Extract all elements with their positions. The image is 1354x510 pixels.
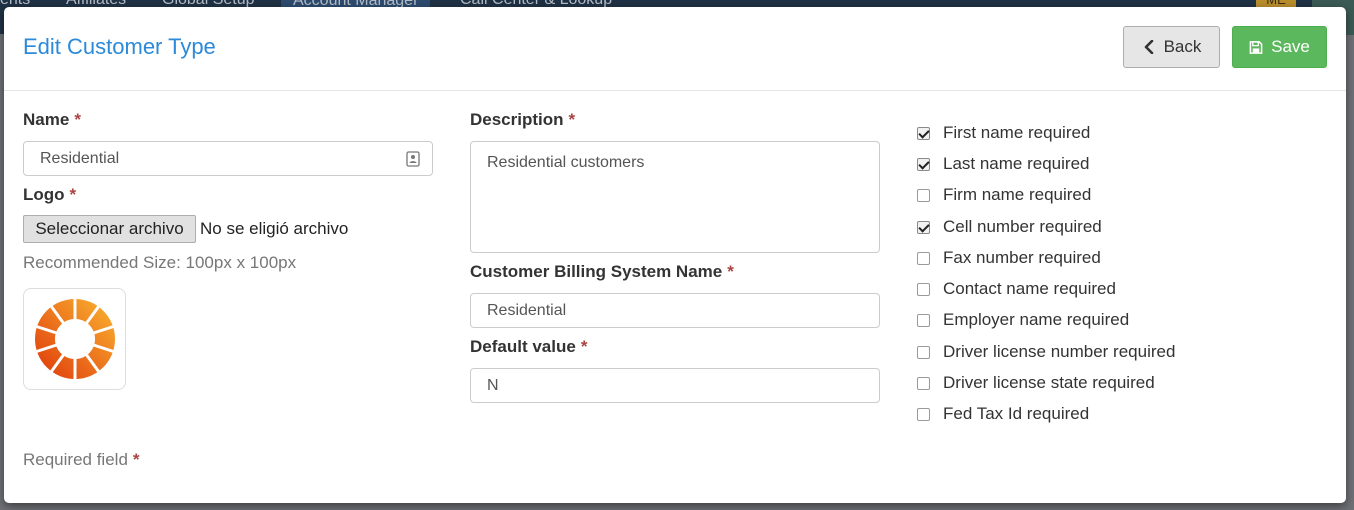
logo-label-text: Logo [23,185,65,204]
required-mark: * [74,110,81,129]
checkbox[interactable] [917,220,930,234]
edit-customer-type-modal: Edit Customer Type Back Save Name * Resid… [4,7,1346,503]
checkbox[interactable] [917,282,930,296]
checkbox[interactable] [917,251,930,265]
checkbox[interactable] [917,126,930,140]
checkbox-contact-name[interactable]: Contact name required [917,278,1116,300]
checkbox-first-name[interactable]: First name required [917,122,1090,144]
default-value-value: N [487,376,499,394]
checkbox-driver-license-state[interactable]: Driver license state required [917,372,1155,394]
checkbox-label: Driver license state required [943,373,1155,392]
name-label-text: Name [23,110,70,129]
required-mark: * [69,185,77,204]
description-label: Description * [470,110,575,130]
file-status: No se eligió archivo [200,219,349,238]
required-mark: * [568,110,576,129]
checkbox-firm-name[interactable]: Firm name required [917,184,1091,206]
modal-header: Edit Customer Type Back Save [4,7,1346,91]
default-value-input[interactable]: N [470,368,880,403]
required-mark: * [727,262,734,281]
chevron-left-icon [1142,39,1156,55]
required-mark: * [580,337,588,356]
checkbox[interactable] [917,188,930,202]
checkbox-employer-name[interactable]: Employer name required [917,309,1129,331]
save-button[interactable]: Save [1232,26,1327,68]
checkbox-last-name[interactable]: Last name required [917,153,1089,175]
name-label: Name * [23,110,81,130]
description-textarea[interactable]: Residential customers [470,141,880,253]
choose-file-button[interactable]: Seleccionar archivo [23,215,196,243]
checkbox-label: Contact name required [943,279,1116,298]
checkbox-fed-tax-id[interactable]: Fed Tax Id required [917,403,1089,425]
ring-segments-logo [34,297,115,381]
billing-name-value: Residential [487,301,567,319]
checkbox[interactable] [917,313,930,327]
default-value-label-text: Default value [470,337,576,356]
checkbox-label: Firm name required [943,185,1092,204]
checkbox-fax-number[interactable]: Fax number required [917,247,1101,269]
default-value-label: Default value * [470,337,587,357]
checkbox[interactable] [917,345,930,359]
contact-card-icon [406,151,420,167]
recommended-size-hint: Recommended Size: 100px x 100px [23,253,297,272]
required-field-text: Required field [23,450,128,469]
back-button-label: Back [1163,37,1202,56]
checkbox-label: Employer name required [943,310,1130,329]
checkbox-label: Fed Tax Id required [943,404,1090,423]
back-button[interactable]: Back [1123,26,1220,68]
checkbox-label: Driver license number required [943,342,1176,361]
checkbox[interactable] [917,157,930,171]
billing-name-label: Customer Billing System Name * [470,262,734,282]
name-input[interactable]: Residential [23,141,433,176]
checkbox-label: Last name required [943,154,1090,173]
required-mark: * [132,450,140,469]
description-label-text: Description [470,110,564,129]
checkbox[interactable] [917,407,930,421]
billing-name-label-text: Customer Billing System Name [470,262,723,281]
modal-title: Edit Customer Type [23,34,216,59]
checkbox-cell-number[interactable]: Cell number required [917,216,1102,238]
logo-label: Logo * [23,185,76,205]
checkbox-label: Fax number required [943,248,1101,267]
user-badge: ME [1256,0,1296,7]
save-button-label: Save [1271,37,1310,56]
checkbox-label: First name required [943,123,1091,142]
checkbox-label: Cell number required [943,217,1102,236]
name-input-value: Residential [40,149,120,167]
logo-preview [23,288,126,390]
checkbox[interactable] [917,376,930,390]
floppy-disk-icon [1249,39,1263,55]
billing-name-input[interactable]: Residential [470,293,880,328]
checkbox-driver-license-number[interactable]: Driver license number required [917,341,1175,363]
required-field-note: Required field * [23,450,140,470]
